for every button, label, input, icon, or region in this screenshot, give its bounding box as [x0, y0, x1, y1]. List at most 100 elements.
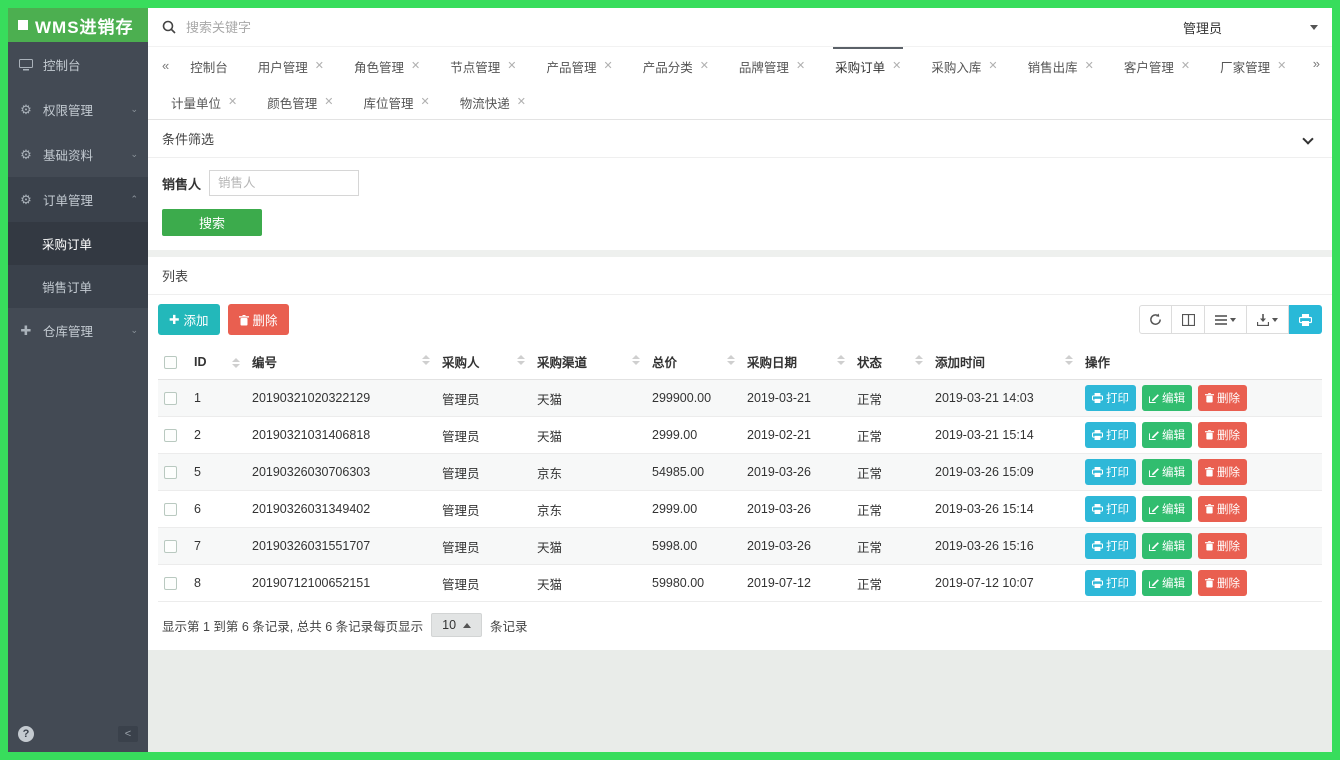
collapse-sidebar-icon[interactable]: <: [118, 726, 138, 742]
row-print-button[interactable]: 打印: [1085, 570, 1136, 596]
search-button[interactable]: 搜索: [162, 209, 262, 236]
sidebar-item-warehouse[interactable]: ✚ 仓库管理 ⌄: [8, 308, 148, 353]
tab-sales-outbound[interactable]: 销售出库 ✕: [1026, 47, 1096, 83]
tab-close-icon[interactable]: ✕: [1277, 61, 1286, 72]
tab-color-management[interactable]: 颜色管理 ✕: [265, 83, 335, 119]
seller-input[interactable]: [209, 170, 359, 196]
tab-brand-management[interactable]: 品牌管理 ✕: [737, 47, 807, 83]
cell-date: 2019-07-12: [741, 565, 851, 602]
row-checkbox[interactable]: [164, 540, 177, 553]
row-print-button[interactable]: 打印: [1085, 422, 1136, 448]
tab-close-icon[interactable]: ✕: [517, 97, 526, 108]
col-header-id[interactable]: ID: [188, 344, 246, 380]
col-header-buyer[interactable]: 采购人: [436, 344, 531, 380]
tabs-scroll-right-icon[interactable]: »: [1307, 50, 1326, 77]
sidebar-item-console[interactable]: 控制台: [8, 42, 148, 87]
sidebar-subitem-sales-orders[interactable]: 销售订单: [8, 265, 148, 308]
tab-label: 客户管理: [1124, 57, 1174, 76]
row-edit-button[interactable]: 编辑: [1142, 459, 1192, 485]
row-edit-button[interactable]: 编辑: [1142, 422, 1192, 448]
row-print-button[interactable]: 打印: [1085, 459, 1136, 485]
tab-close-icon[interactable]: ✕: [324, 97, 333, 108]
col-header-added-time[interactable]: 添加时间: [929, 344, 1079, 380]
row-print-button[interactable]: 打印: [1085, 385, 1136, 411]
col-header-date[interactable]: 采购日期: [741, 344, 851, 380]
row-delete-button[interactable]: 删除: [1198, 496, 1247, 522]
row-edit-button[interactable]: 编辑: [1142, 533, 1192, 559]
tab-purchase-orders[interactable]: 采购订单 ✕: [833, 47, 903, 83]
pagination-summary: 显示第 1 到第 6 条记录, 总共 6 条记录每页显示: [162, 616, 423, 635]
row-checkbox[interactable]: [164, 577, 177, 590]
tab-close-icon[interactable]: ✕: [796, 61, 805, 72]
delete-button[interactable]: 删除: [228, 304, 289, 335]
tab-logistics-express[interactable]: 物流快递 ✕: [458, 83, 528, 119]
select-all-checkbox[interactable]: [164, 356, 177, 369]
cell-number: 20190321031406818: [246, 417, 436, 454]
export-dropdown-button[interactable]: [1247, 305, 1289, 334]
tab-close-icon[interactable]: ✕: [507, 61, 516, 72]
row-delete-button[interactable]: 删除: [1198, 422, 1247, 448]
table-row: 620190326031349402管理员京东2999.002019-03-26…: [158, 491, 1322, 528]
help-icon[interactable]: ?: [18, 726, 34, 742]
tab-product-category[interactable]: 产品分类 ✕: [641, 47, 711, 83]
page-size-select[interactable]: 10: [431, 613, 482, 637]
tab-close-icon[interactable]: ✕: [228, 97, 237, 108]
tab-manufacturer-management[interactable]: 厂家管理 ✕: [1218, 47, 1288, 83]
tab-unit-of-measure[interactable]: 计量单位 ✕: [169, 83, 239, 119]
tab-close-icon[interactable]: ✕: [988, 61, 997, 72]
tab-close-icon[interactable]: ✕: [1085, 61, 1094, 72]
add-button[interactable]: ✚ 添加: [158, 304, 220, 335]
tab-close-icon[interactable]: ✕: [1181, 61, 1190, 72]
sidebar-item-order-management[interactable]: ⚙ 订单管理 ⌃: [8, 177, 148, 222]
row-delete-button[interactable]: 删除: [1198, 570, 1247, 596]
row-checkbox[interactable]: [164, 392, 177, 405]
row-print-button[interactable]: 打印: [1085, 533, 1136, 559]
sidebar-subitem-purchase-orders[interactable]: 采购订单: [8, 222, 148, 265]
cell-id: 8: [188, 565, 246, 602]
col-header-number[interactable]: 编号: [246, 344, 436, 380]
cell-buyer: 管理员: [436, 565, 531, 602]
tab-node-management[interactable]: 节点管理 ✕: [448, 47, 518, 83]
cell-total: 2999.00: [646, 417, 741, 454]
edit-icon: [1149, 578, 1159, 588]
tab-close-icon[interactable]: ✕: [411, 61, 420, 72]
tab-close-icon[interactable]: ✕: [420, 97, 429, 108]
tab-close-icon[interactable]: ✕: [700, 61, 709, 72]
tab-close-icon[interactable]: ✕: [603, 61, 612, 72]
row-delete-button[interactable]: 删除: [1198, 533, 1247, 559]
toggle-columns-button[interactable]: [1172, 305, 1205, 334]
col-header-channel[interactable]: 采购渠道: [531, 344, 646, 380]
refresh-button[interactable]: [1139, 305, 1172, 334]
row-delete-button[interactable]: 删除: [1198, 459, 1247, 485]
tab-product-management[interactable]: 产品管理 ✕: [544, 47, 614, 83]
sidebar-item-basic-data[interactable]: ⚙ 基础资料 ⌄: [8, 132, 148, 177]
row-edit-button[interactable]: 编辑: [1142, 570, 1192, 596]
tab-label: 销售出库: [1028, 57, 1078, 76]
row-edit-button[interactable]: 编辑: [1142, 496, 1192, 522]
row-checkbox[interactable]: [164, 466, 177, 479]
global-search-input[interactable]: [186, 20, 486, 35]
list-view-dropdown-button[interactable]: [1205, 305, 1247, 334]
collapse-filter-chevron-icon[interactable]: [1302, 133, 1313, 144]
row-checkbox[interactable]: [164, 429, 177, 442]
print-button[interactable]: [1289, 305, 1322, 334]
tab-role-management[interactable]: 角色管理 ✕: [352, 47, 422, 83]
list-panel-header: 列表: [148, 257, 1332, 295]
row-checkbox[interactable]: [164, 503, 177, 516]
tab-console[interactable]: 控制台: [188, 47, 230, 83]
row-edit-button[interactable]: 编辑: [1142, 385, 1192, 411]
tab-location-management[interactable]: 库位管理 ✕: [361, 83, 431, 119]
sidebar-item-permissions[interactable]: ⚙ 权限管理 ⌄: [8, 87, 148, 132]
tabs-scroll-left-icon[interactable]: «: [156, 52, 175, 79]
row-delete-button[interactable]: 删除: [1198, 385, 1247, 411]
tab-close-icon[interactable]: ✕: [315, 61, 324, 72]
tab-user-management[interactable]: 用户管理 ✕: [256, 47, 326, 83]
row-print-button[interactable]: 打印: [1085, 496, 1136, 522]
col-header-total[interactable]: 总价: [646, 344, 741, 380]
user-menu[interactable]: 管理员: [1183, 18, 1318, 37]
tab-customer-management[interactable]: 客户管理 ✕: [1122, 47, 1192, 83]
tab-purchase-inbound[interactable]: 采购入库 ✕: [929, 47, 999, 83]
tab-close-icon[interactable]: ✕: [892, 61, 901, 72]
col-header-status[interactable]: 状态: [851, 344, 929, 380]
filter-panel-header: 条件筛选: [148, 120, 1332, 158]
